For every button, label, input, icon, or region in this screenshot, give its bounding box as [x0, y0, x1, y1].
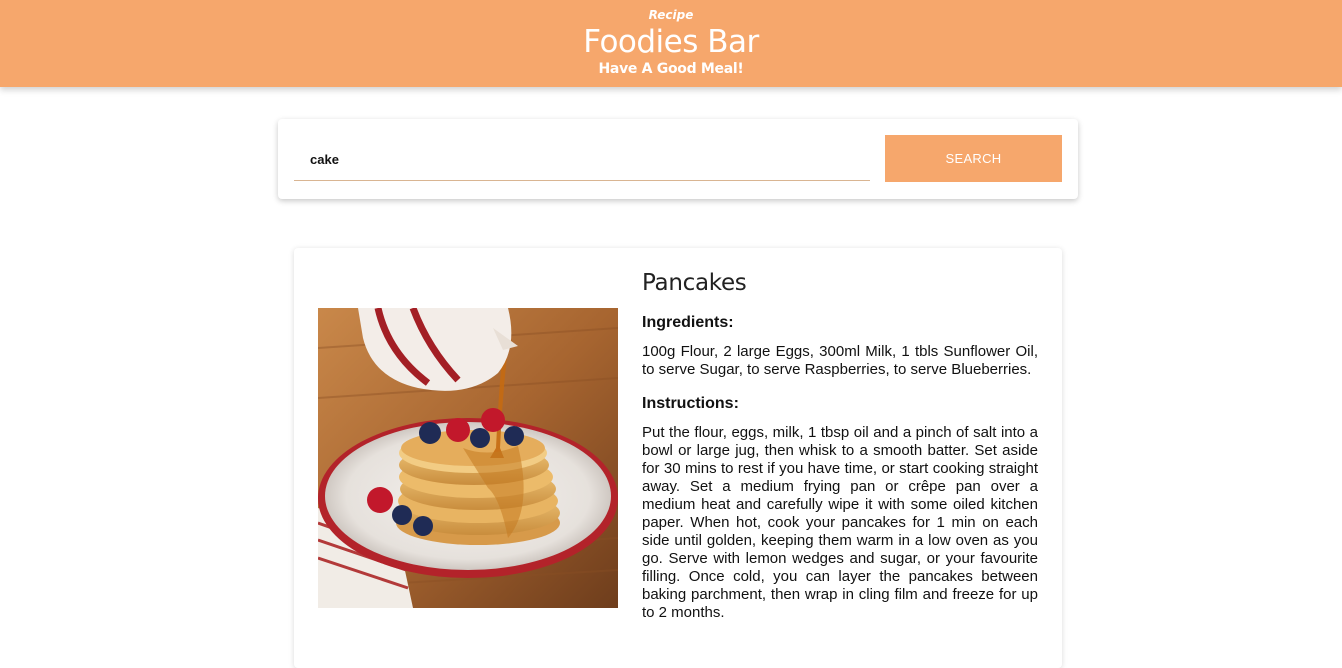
ingredients-text: 100g Flour, 2 large Eggs, 300ml Milk, 1 …: [642, 343, 1038, 378]
site-header: Recipe Foodies Bar Have A Good Meal!: [0, 0, 1342, 87]
pancake-photo: [318, 308, 618, 608]
site-subtitle: Have A Good Meal!: [598, 61, 744, 77]
recipe-card: Pancakes Ingredients: 100g Flour, 2 larg…: [294, 248, 1062, 668]
header-tag: Recipe: [648, 8, 694, 22]
search-input[interactable]: [294, 139, 870, 181]
recipe-details: Pancakes Ingredients: 100g Flour, 2 larg…: [642, 270, 1038, 638]
search-card: SEARCH: [278, 119, 1078, 199]
recipe-title: Pancakes: [642, 270, 747, 296]
recipe-image: [318, 308, 618, 608]
ingredients-heading: Ingredients:: [642, 314, 734, 331]
site-title[interactable]: Foodies Bar: [0, 24, 1342, 60]
search-button[interactable]: SEARCH: [885, 135, 1062, 182]
instructions-text: Put the flour, eggs, milk, 1 tbsp oil an…: [642, 424, 1038, 621]
instructions-heading: Instructions:: [642, 395, 739, 412]
